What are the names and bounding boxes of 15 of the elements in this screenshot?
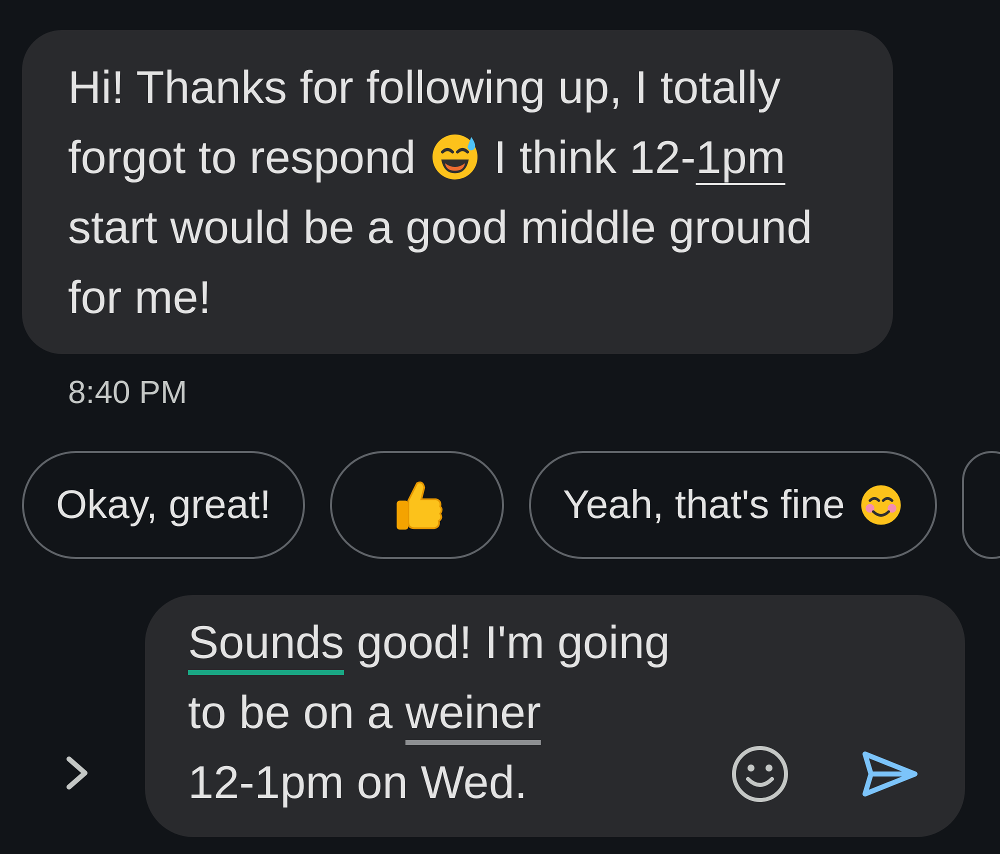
reply-chip[interactable]: Okay, great! xyxy=(22,451,305,559)
time-link[interactable]: 1pm xyxy=(696,130,786,184)
sweat-smile-emoji-icon xyxy=(430,132,480,182)
message-text: Hi! Thanks for following up, I totally xyxy=(68,60,780,114)
smiling-emoji-icon xyxy=(858,483,903,527)
reply-chip[interactable]: Yeah, that's fine xyxy=(528,451,937,559)
reply-chip[interactable] xyxy=(330,451,504,559)
send-icon[interactable] xyxy=(861,750,919,798)
message-field[interactable]: Sounds good! I'm going to be on a weiner 12-1pm on Wed. xyxy=(145,595,965,837)
message-time: 8:40 PM xyxy=(68,374,188,411)
emoji-icon[interactable] xyxy=(731,745,789,803)
message-text: I think 12- xyxy=(494,130,696,184)
message-text: start would be a good middle ground xyxy=(68,200,812,254)
message-text: for me! xyxy=(68,270,212,324)
message-text: forgot to respond xyxy=(68,130,416,184)
